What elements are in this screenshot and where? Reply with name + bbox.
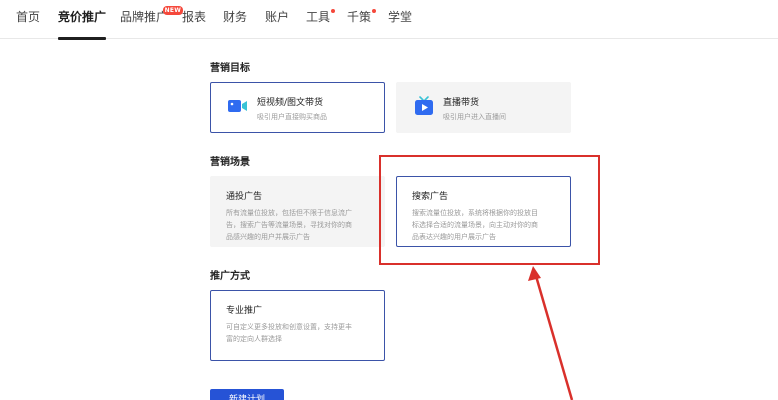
scene-card-search-ads[interactable]: 搜索广告 搜索流量位投放，系统将根据你的投放目 标选择合适的流量场景，向主动对你… — [396, 176, 571, 247]
nav-item-label: 学堂 — [388, 10, 413, 24]
nav-item-label: 品牌推广 — [120, 10, 169, 24]
nav-item-brand-promotion[interactable]: 品牌推广 NEW — [120, 6, 184, 39]
new-badge: NEW — [162, 6, 184, 15]
goal-card-short-video[interactable]: 短视频/图文带货 吸引用户直接购买商品 — [210, 82, 385, 133]
card-description-line: 所有流量位投放，包括但不限于信息流广 — [226, 209, 352, 217]
card-title: 短视频/图文带货 — [257, 98, 324, 108]
video-camera-icon — [227, 95, 249, 117]
card-description-line: 搜索流量位投放，系统将根据你的投放目 — [412, 209, 538, 217]
nav-item-academy[interactable]: 学堂 — [388, 8, 412, 39]
nav-item-label: 千策 — [347, 10, 372, 24]
card-description: 吸引用户进入直播间 — [443, 113, 506, 121]
nav-item-reports[interactable]: 报表 — [182, 8, 206, 39]
nav-item-account[interactable]: 账户 — [265, 8, 289, 39]
nav-item-home[interactable]: 首页 — [16, 8, 40, 39]
card-title: 专业推广 — [226, 306, 263, 316]
card-title: 通投广告 — [226, 192, 263, 202]
card-description-line: 品表达兴趣的用户展示广告 — [412, 233, 496, 241]
nav-item-label: 首页 — [16, 10, 41, 24]
card-description-line: 可自定义更多投放和创意设置，支持更丰 — [226, 323, 352, 331]
nav-item-tools[interactable]: 工具 — [306, 8, 336, 39]
annotation-arrow-icon — [528, 266, 574, 400]
nav-item-finance[interactable]: 财务 — [223, 8, 247, 39]
card-description-line: 标选择合适的流量场景，向主动对你的商 — [412, 221, 538, 229]
nav-item-label: 工具 — [306, 10, 331, 24]
create-plan-button[interactable]: 新建计划 — [210, 389, 284, 400]
card-title: 直播带货 — [443, 98, 480, 108]
nav-item-bidding-promotion[interactable]: 竞价推广 — [58, 8, 107, 40]
card-description-line: 品感兴趣的用户并展示广告 — [226, 233, 310, 241]
card-description: 吸引用户直接购买商品 — [257, 113, 327, 121]
nav-item-label: 报表 — [182, 10, 207, 24]
notification-dot — [372, 9, 377, 13]
top-nav: 首页 竞价推广 品牌推广 NEW 报表 财务 账户 工具 千策 学堂 — [0, 0, 778, 40]
scene-card-general-ads[interactable]: 通投广告 所有流量位投放，包括但不限于信息流广 告，搜索广告等流量场景，寻找对你… — [210, 176, 385, 247]
nav-item-label: 财务 — [223, 10, 248, 24]
card-description-line: 告，搜索广告等流量场景，寻找对你的商 — [226, 221, 352, 229]
nav-item-label: 竞价推广 — [58, 10, 107, 24]
nav-item-label: 账户 — [265, 10, 290, 24]
section-title-marketing-goal: 营销目标 — [210, 63, 250, 74]
goal-card-live-commerce[interactable]: 直播带货 吸引用户进入直播间 — [396, 82, 571, 133]
card-title: 搜索广告 — [412, 192, 449, 202]
notification-dot — [331, 9, 336, 13]
live-tv-icon — [413, 95, 435, 117]
method-card-professional[interactable]: 专业推广 可自定义更多投放和创意设置，支持更丰 富的定向人群选择 — [210, 290, 385, 361]
card-description-line: 富的定向人群选择 — [226, 335, 282, 343]
section-title-promotion-method: 推广方式 — [210, 271, 250, 282]
section-title-marketing-scene: 营销场景 — [210, 157, 250, 168]
nav-item-qiance[interactable]: 千策 — [347, 8, 377, 39]
